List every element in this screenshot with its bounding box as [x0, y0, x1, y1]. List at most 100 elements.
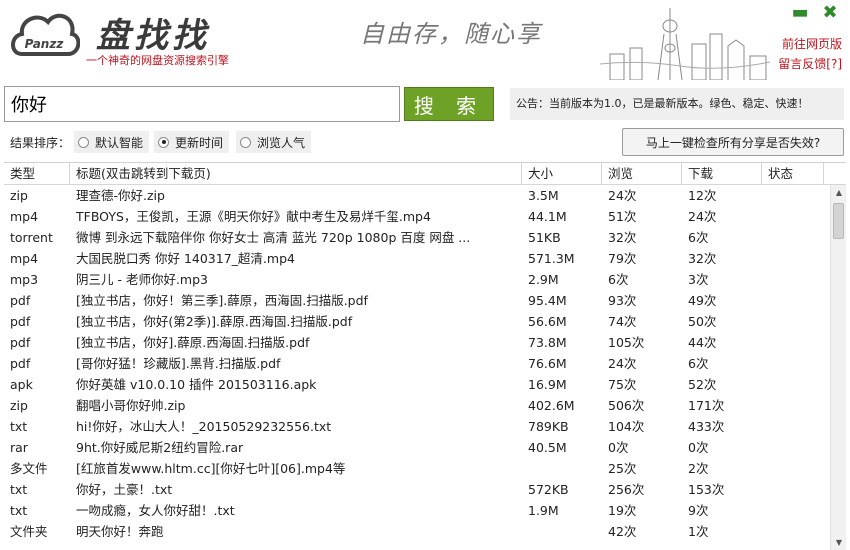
cell-type: torrent [10, 230, 53, 245]
sort-options: 结果排序： 默认智能 更新时间 浏览人气 马上一键检查所有分享是否失效? [4, 126, 846, 156]
cell-title: [独立书店，你好！第三季].薛原，西海固.扫描版.pdf [76, 293, 368, 308]
cell-views: 24次 [608, 188, 637, 203]
cell-type: pdf [10, 314, 31, 329]
column-header-status[interactable]: 状态 [762, 163, 824, 184]
cell-size [522, 521, 602, 542]
cell-downloads: 52次 [688, 377, 717, 392]
feedback-link[interactable]: 留言反馈[?] [778, 54, 842, 74]
cell-title: 你好英雄 v10.0.10 插件 201503116.apk [76, 377, 317, 392]
scroll-down-icon[interactable]: ▼ [831, 535, 846, 550]
table-row[interactable]: txt 一吻成瘾，女人你好甜！.txt 1.9M 19次 9次 [4, 500, 846, 521]
table-row[interactable]: pdf [独立书店，你好(第2季)].薛原.西海固.扫描版.pdf 56.6M 74次… [4, 311, 846, 332]
table-row[interactable]: mp4 TFBOYS，王俊凯，王源《明天你好》献中考生及易烊千玺.mp4 44.1M… [4, 206, 846, 227]
search-input[interactable] [4, 86, 400, 122]
cell-title: [哥你好猛！珍藏版].黑背.扫描版.pdf [76, 356, 281, 371]
table-row[interactable]: 多文件 [红旅首发www.hltm.cc][你好七叶][06].mp4等 25次 2次 [4, 458, 846, 479]
announcement: 公告：当前版本为1.0，已是最新版本。绿色、稳定、快速！ [510, 88, 844, 120]
cell-title: 你好，土豪！.txt [76, 482, 173, 497]
scroll-thumb[interactable] [833, 203, 844, 239]
search-button[interactable]: 搜 索 [404, 87, 494, 121]
cell-size: 402.6M [528, 398, 575, 413]
cell-size: 571.3M [528, 251, 575, 266]
cell-title: hi!你好，冰山大人！_20150529232556.txt [76, 419, 332, 434]
table-row[interactable]: txt 你好，土豪！.txt 572KB 256次 153次 [4, 479, 846, 500]
cell-title: [独立书店，你好].薛原.西海固.扫描版.pdf [76, 335, 310, 350]
table-row[interactable]: zip 翻唱小哥你好帅.zip 402.6M 506次 171次 [4, 395, 846, 416]
cell-downloads: 171次 [688, 398, 725, 413]
table-row[interactable]: txt hi!你好，冰山大人！_20150529232556.txt 789KB 10… [4, 416, 846, 437]
cell-size: 56.6M [528, 314, 567, 329]
cell-views: 51次 [608, 209, 637, 224]
cell-title: 明天你好！奔跑 [76, 524, 164, 539]
table-row[interactable]: torrent 微博 到永远下载陪伴你 你好女士 高清 蓝光 720p 1080p… [4, 227, 846, 248]
radio-label: 默认智能 [95, 135, 144, 150]
cell-views: 24次 [608, 356, 637, 371]
table-row[interactable]: pdf [独立书店，你好].薛原.西海固.扫描版.pdf 73.8M 105次 44次 [4, 332, 846, 353]
table-row[interactable]: 文件夹 明天你好！奔跑 42次 1次 [4, 521, 846, 542]
cell-title: 阴三儿 - 老师你好.mp3 [76, 272, 208, 287]
cell-status [762, 185, 824, 206]
cell-views: 74次 [608, 314, 637, 329]
check-links-button[interactable]: 马上一键检查所有分享是否失效? [622, 128, 844, 156]
radio-label: 更新时间 [175, 135, 224, 150]
table-row[interactable]: pdf [独立书店，你好！第三季].薛原，西海固.扫描版.pdf 95.4M 93次 4… [4, 290, 846, 311]
cell-downloads: 0次 [688, 440, 709, 455]
cell-type: rar [10, 440, 28, 455]
cell-title: 一吻成瘾，女人你好甜！.txt [76, 503, 235, 518]
radio-icon [240, 136, 251, 148]
cell-size: 572KB [528, 482, 569, 497]
cell-title: 理查德-你好.zip [76, 188, 165, 203]
cell-size: 73.8M [528, 335, 567, 350]
cell-status [762, 353, 824, 374]
results-table: 类型 标题(双击跳转到下载页) 大小 浏览 下载 状态 zip 理查德-你好.zi… [4, 162, 846, 550]
brand-title: 盘找找 [96, 16, 210, 56]
web-version-link[interactable]: 前往网页版 [778, 34, 842, 54]
vertical-scrollbar[interactable]: ▲ ▼ [830, 185, 846, 550]
cell-type: pdf [10, 293, 31, 308]
tagline: 一个神奇的网盘资源搜索引擎 [86, 54, 229, 67]
cell-type: mp4 [10, 209, 39, 224]
column-header-type[interactable]: 类型 [4, 163, 70, 184]
cell-size: 95.4M [528, 293, 567, 308]
column-header-title[interactable]: 标题(双击跳转到下载页) [70, 163, 522, 184]
cell-type: txt [10, 482, 28, 497]
table-row[interactable]: mp4 大国民脱口秀 你好 140317_超清.mp4 571.3M 79次 32次 [4, 248, 846, 269]
cell-type: mp4 [10, 251, 39, 266]
cell-views: 79次 [608, 251, 637, 266]
cell-type: 多文件 [10, 461, 48, 476]
cell-title: 大国民脱口秀 你好 140317_超清.mp4 [76, 251, 295, 266]
column-header-downloads[interactable]: 下载 [682, 163, 762, 184]
cell-status [762, 206, 824, 227]
table-row[interactable]: rar 9ht.你好威尼斯2纽约冒险.rar 40.5M 0次 0次 [4, 437, 846, 458]
cell-views: 19次 [608, 503, 637, 518]
column-header-size[interactable]: 大小 [522, 163, 602, 184]
scroll-up-icon[interactable]: ▲ [831, 185, 846, 201]
sort-radio-popularity[interactable]: 浏览人气 [236, 131, 312, 153]
cell-type: mp3 [10, 272, 39, 287]
slogan: 自由存，随心享 [360, 20, 542, 48]
minimize-icon[interactable]: ▬ [788, 2, 812, 24]
cell-size: 2.9M [528, 272, 559, 287]
column-header-views[interactable]: 浏览 [602, 163, 682, 184]
cloud-logo-icon: Panzz [11, 13, 80, 56]
cell-title: [独立书店，你好(第2季)].薛原.西海固.扫描版.pdf [76, 314, 353, 329]
cell-status [762, 227, 824, 248]
cell-views: 93次 [608, 293, 637, 308]
sort-radio-time[interactable]: 更新时间 [154, 131, 230, 153]
table-row[interactable]: apk 你好英雄 v10.0.10 插件 201503116.apk 16.9M 75… [4, 374, 846, 395]
table-row[interactable]: mp3 阴三儿 - 老师你好.mp3 2.9M 6次 3次 [4, 269, 846, 290]
cell-type: pdf [10, 335, 31, 350]
cell-size: 789KB [528, 419, 569, 434]
cell-views: 25次 [608, 461, 637, 476]
cell-title: TFBOYS，王俊凯，王源《明天你好》献中考生及易烊千玺.mp4 [76, 209, 431, 224]
cell-status [762, 374, 824, 395]
table-row[interactable]: pdf [哥你好猛！珍藏版].黑背.扫描版.pdf 76.6M 24次 6次 [4, 353, 846, 374]
close-icon[interactable]: ✖ [818, 2, 842, 24]
cell-status [762, 290, 824, 311]
sort-radio-default[interactable]: 默认智能 [74, 131, 150, 153]
cell-status [762, 500, 824, 521]
table-row[interactable]: zip 理查德-你好.zip 3.5M 24次 12次 [4, 185, 846, 206]
cell-title: [红旅首发www.hltm.cc][你好七叶][06].mp4等 [76, 461, 346, 476]
cell-downloads: 24次 [688, 209, 717, 224]
cell-downloads: 3次 [688, 272, 709, 287]
